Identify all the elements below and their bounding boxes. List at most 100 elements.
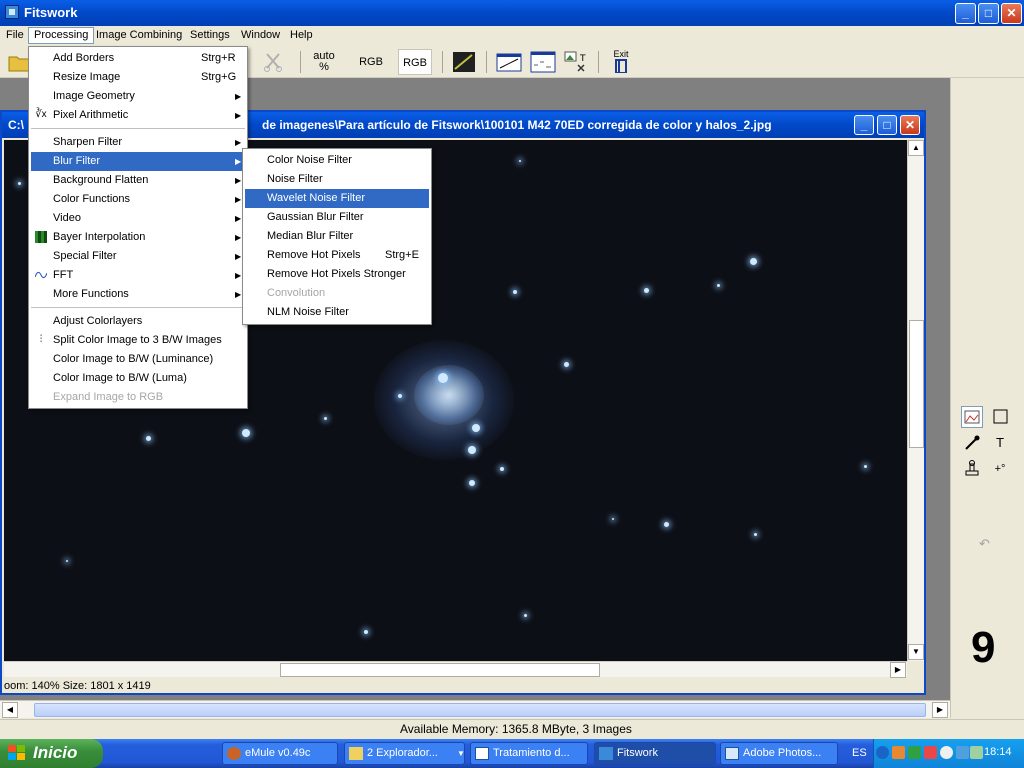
tray-app-icon[interactable]	[892, 746, 905, 759]
tray-panda-icon[interactable]	[940, 746, 953, 759]
rgb-toggle-button[interactable]: RGB	[398, 49, 432, 75]
menu-item-blur-filter[interactable]: Blur Filter ▶	[31, 152, 245, 171]
star	[513, 290, 517, 294]
menu-item-more-functions[interactable]: More Functions ▶	[31, 285, 245, 304]
word-icon	[475, 747, 489, 760]
menu-item-bw-luma[interactable]: Color Image to B/W (Luma)	[31, 369, 245, 388]
menu-image-combining[interactable]: Image Combining	[91, 28, 187, 45]
menu-item-label: Color Noise Filter	[267, 154, 352, 166]
tray-device-icon[interactable]	[970, 746, 983, 759]
close-button[interactable]: ✕	[1001, 3, 1022, 24]
task-emule[interactable]: eMule v0.49c	[222, 742, 338, 765]
exit-button[interactable]: Exit	[608, 49, 634, 75]
workspace-scroll-right-button[interactable]: ▶	[932, 702, 948, 718]
eyedropper-tool[interactable]	[961, 432, 983, 454]
tray-antivirus-icon[interactable]	[924, 746, 937, 759]
menu-item-convolution: Convolution	[245, 284, 429, 303]
menu-item-label: Sharpen Filter	[53, 136, 123, 148]
menu-processing[interactable]: Processing	[28, 27, 95, 44]
menu-item-label: Bayer Interpolation	[53, 231, 146, 243]
histogram-icon[interactable]	[452, 51, 476, 73]
menu-item-video[interactable]: Video ▶	[31, 209, 245, 228]
undo-icon[interactable]: ↶	[979, 536, 990, 552]
image-maximize-button[interactable]: □	[877, 115, 897, 135]
task-explorer[interactable]: 2 Explorador... ▼	[344, 742, 465, 765]
scroll-right-button[interactable]: ▶	[890, 662, 906, 678]
scroll-down-button[interactable]: ▼	[908, 644, 924, 660]
menu-item-adjust-colorlayers[interactable]: Adjust Colorlayers	[31, 312, 245, 331]
minimize-button[interactable]: _	[955, 3, 976, 24]
menu-item-remove-hot-pixels[interactable]: Remove Hot Pixels Strg+E	[245, 246, 429, 265]
menu-settings[interactable]: Settings	[185, 28, 235, 45]
menu-item-label: Median Blur Filter	[267, 230, 354, 242]
task-fitswork[interactable]: Fitswork	[594, 742, 716, 765]
menu-item-pixel-arithmetic[interactable]: ∛x Pixel Arithmetic ▶	[31, 106, 245, 125]
vertical-scroll-thumb[interactable]	[909, 320, 924, 448]
menu-item-fft[interactable]: FFT ▶	[31, 266, 245, 285]
menu-item-sharpen-filter[interactable]: Sharpen Filter ▶	[31, 133, 245, 152]
image-status-bar: oom: 140% Size: 1801 x 1419	[4, 680, 151, 692]
fitswork-icon	[5, 5, 19, 19]
menu-item-nlm-noise-filter[interactable]: NLM Noise Filter	[245, 303, 429, 322]
menu-item-color-functions[interactable]: Color Functions ▶	[31, 190, 245, 209]
menu-item-median-blur-filter[interactable]: Median Blur Filter	[245, 227, 429, 246]
horizontal-scroll-thumb[interactable]	[280, 663, 600, 677]
menu-item-image-geometry[interactable]: Image Geometry ▶	[31, 87, 245, 106]
menu-item-add-borders[interactable]: Add Borders Strg+R	[31, 49, 245, 68]
menu-item-bw-luminance[interactable]: Color Image to B/W (Luminance)	[31, 350, 245, 369]
image-vertical-scrollbar[interactable]: ▲ ▼	[907, 140, 924, 661]
image-minimize-button[interactable]: _	[854, 115, 874, 135]
start-button[interactable]: Inicio	[0, 739, 103, 768]
menu-item-gaussian-blur-filter[interactable]: Gaussian Blur Filter	[245, 208, 429, 227]
menu-item-label: Split Color Image to 3 B/W Images	[53, 334, 222, 346]
menu-item-resize-image[interactable]: Resize Image Strg+G	[31, 68, 245, 87]
task-label: Adobe Photos...	[743, 747, 822, 759]
fft-icon	[34, 269, 48, 281]
tray-network-icon[interactable]	[908, 746, 921, 759]
menu-item-background-flatten[interactable]: Background Flatten ▶	[31, 171, 245, 190]
fitswork-icon	[599, 747, 613, 760]
menu-item-noise-filter[interactable]: Noise Filter	[245, 170, 429, 189]
add-point-tool[interactable]: +°	[989, 458, 1011, 480]
image-select-tool[interactable]	[961, 406, 983, 428]
task-photoshop[interactable]: Adobe Photos...	[720, 742, 838, 765]
toolbar-separator	[598, 51, 599, 73]
menu-separator	[31, 307, 245, 308]
menu-item-label: Color Image to B/W (Luma)	[53, 372, 187, 384]
menu-file[interactable]: File	[1, 28, 29, 45]
tray-messenger-icon[interactable]	[956, 746, 969, 759]
text-tool[interactable]: T	[989, 432, 1011, 454]
menu-item-color-noise-filter[interactable]: Color Noise Filter	[245, 151, 429, 170]
auto-percent-button[interactable]: auto %	[310, 49, 338, 75]
curve-window-icon[interactable]	[496, 51, 522, 73]
menu-help[interactable]: Help	[285, 28, 318, 45]
menu-item-expand-to-rgb: Expand Image to RGB	[31, 388, 245, 407]
shortcut-label: Strg+G	[201, 71, 237, 83]
menu-item-wavelet-noise-filter[interactable]: Wavelet Noise Filter	[245, 189, 429, 208]
rectangle-tool[interactable]	[989, 406, 1011, 428]
task-word[interactable]: Tratamiento d...	[470, 742, 588, 765]
workspace-scroll-left-button[interactable]: ◀	[2, 702, 18, 718]
workspace-horizontal-scrollbar[interactable]: ◀ ▶	[0, 700, 950, 718]
exit-label: Exit	[613, 49, 629, 59]
menu-window[interactable]: Window	[236, 28, 285, 45]
tray-clock[interactable]: 18:14	[984, 746, 1012, 758]
scroll-up-button[interactable]: ▲	[908, 140, 924, 156]
stamp-tool[interactable]	[961, 458, 983, 480]
menu-item-remove-hot-pixels-stronger[interactable]: Remove Hot Pixels Stronger	[245, 265, 429, 284]
submenu-arrow-icon: ▶	[235, 290, 242, 299]
scissors-icon[interactable]	[262, 51, 286, 73]
image-tools-icon[interactable]: T	[564, 51, 588, 73]
image-close-button[interactable]: ✕	[900, 115, 920, 135]
image-horizontal-scrollbar[interactable]: ▶	[4, 661, 907, 678]
menu-item-bayer-interpolation[interactable]: Bayer Interpolation ▶	[31, 228, 245, 247]
photoshop-icon	[725, 747, 739, 760]
graph-window-icon[interactable]	[530, 51, 556, 73]
tray-expand-icon[interactable]	[876, 746, 889, 759]
workspace-scroll-thumb[interactable]	[34, 703, 926, 717]
menu-item-split-color-image[interactable]: ⫶ Split Color Image to 3 B/W Images	[31, 331, 245, 350]
maximize-button[interactable]: □	[978, 3, 999, 24]
menu-item-special-filter[interactable]: Special Filter ▶	[31, 247, 245, 266]
rgb-button[interactable]: RGB	[354, 49, 388, 75]
language-indicator[interactable]: ES	[852, 747, 867, 759]
